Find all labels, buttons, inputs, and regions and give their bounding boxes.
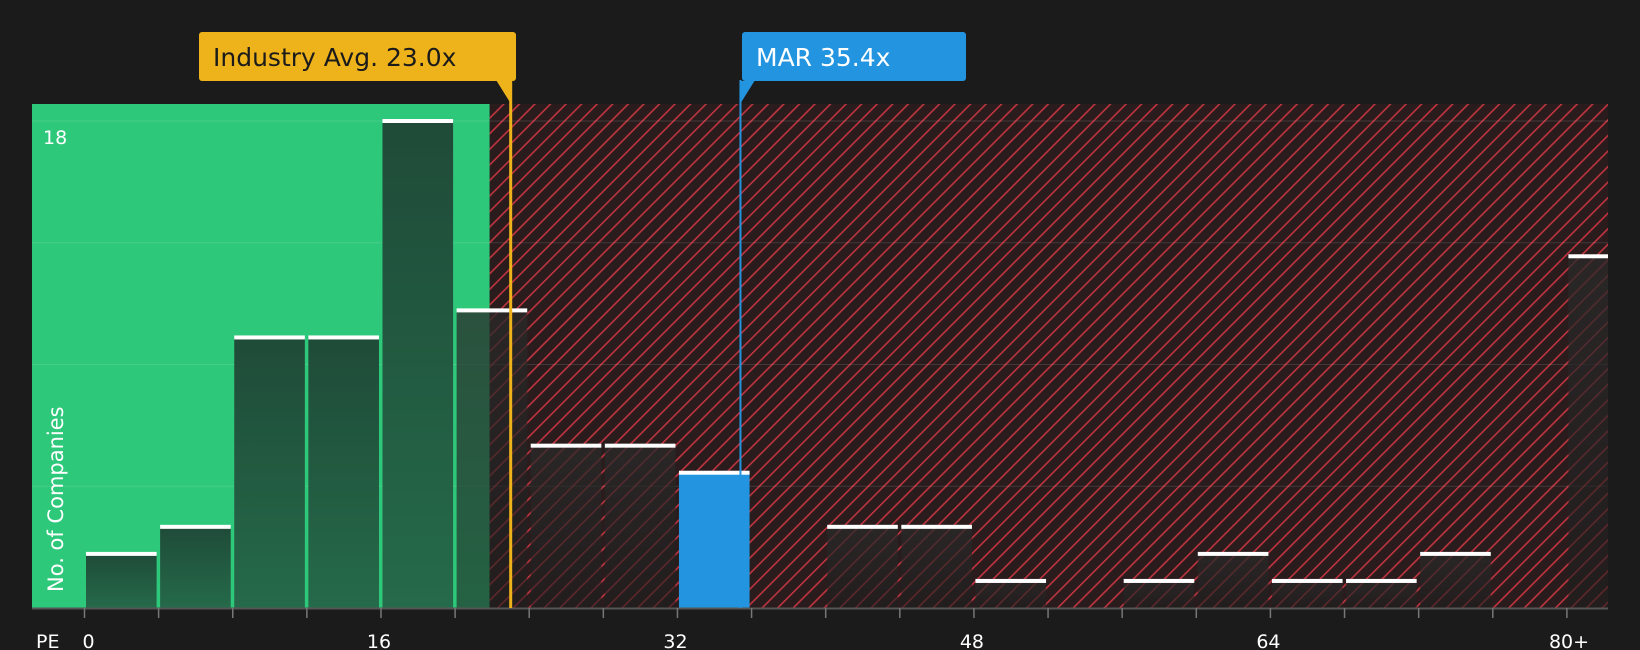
histogram-bar (975, 580, 1047, 608)
bar-cap (1271, 578, 1343, 583)
bar-cap (382, 119, 454, 123)
histogram-bar (827, 526, 898, 608)
histogram-bar (1197, 553, 1269, 608)
x-tick-label: 48 (960, 631, 984, 650)
bar-cap (604, 443, 676, 448)
bar-cap (827, 524, 898, 529)
histogram-bar (1271, 580, 1343, 608)
bar-cap (86, 551, 157, 556)
histogram-bar (1123, 580, 1195, 608)
y-tick-label: 18 (43, 127, 67, 149)
bar-cap (1568, 254, 1608, 259)
x-tick-label: 32 (663, 631, 687, 650)
bar-cap (678, 470, 750, 475)
bar-cap (234, 335, 305, 340)
bar-cap (160, 524, 231, 529)
histogram-bar (86, 553, 157, 608)
histogram-bar (456, 310, 528, 608)
bar-cap (1420, 551, 1491, 556)
bar-cap (901, 524, 972, 529)
bar-cap (1346, 578, 1417, 583)
x-tick-label: 0 (83, 631, 95, 650)
histogram-bar (1568, 256, 1608, 608)
histogram-bar (678, 472, 750, 608)
histogram-bar (308, 337, 379, 608)
pe-distribution-chart: 0 16 32 48 64 80+ Industry Avg. 23.0x MAR 35.4… (32, 32, 1609, 650)
bar-cap (975, 578, 1047, 583)
bar-cap (1197, 551, 1269, 556)
annotation-label: MAR 35.4x (756, 43, 890, 72)
histogram-bar (604, 445, 676, 608)
histogram-bar (382, 121, 454, 608)
histogram-bar (1420, 553, 1491, 608)
histogram-bar (234, 337, 305, 608)
histogram-bar (530, 445, 602, 608)
histogram-bar (901, 526, 972, 608)
histogram-bar (1346, 580, 1417, 608)
x-tick-label: 80+ (1549, 631, 1589, 650)
bar-cap (1123, 578, 1195, 583)
x-axis-label: PE (36, 631, 59, 650)
annotation-pointer (739, 81, 755, 105)
annotation-label: Industry Avg. 23.0x (213, 43, 456, 72)
bar-cap (308, 335, 379, 340)
bar-cap (456, 308, 528, 313)
y-axis-label: No. of Companies (44, 406, 68, 592)
bar-cap (530, 443, 602, 448)
histogram-bar (160, 526, 231, 608)
x-axis-ticks: 0 16 32 48 64 80+ (83, 608, 1589, 650)
x-tick-label: 16 (367, 631, 391, 650)
x-tick-label: 64 (1256, 631, 1280, 650)
